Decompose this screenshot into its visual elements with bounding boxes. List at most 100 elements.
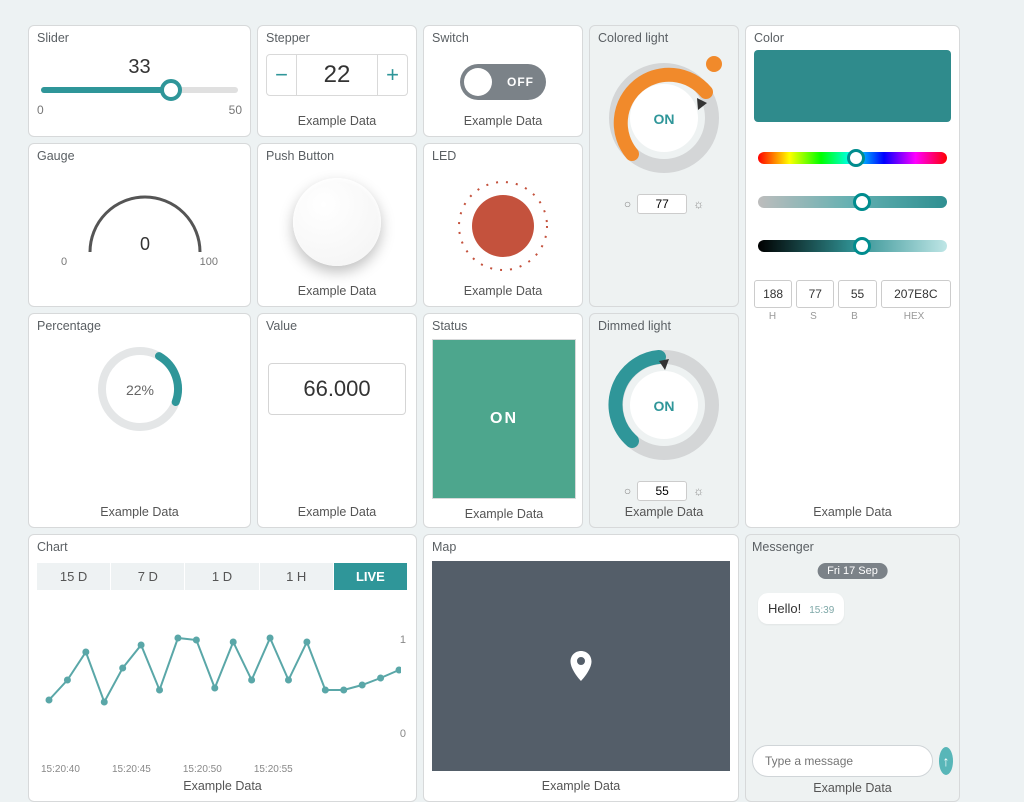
messenger-message-bubble: Hello! 15:39 [758,593,844,624]
dimmed-light-widget: Dimmed light ON ○ ☼ Example Data [589,313,739,529]
dimmed-light-dial[interactable]: ON [599,337,729,465]
status-title: Status [432,320,576,334]
map-title: Map [432,541,730,555]
messenger-widget: Messenger Fri 17 Sep Hello! 15:39 ↑ Exam… [745,534,960,802]
gauge-min: 0 [61,256,67,268]
chart-tab-1h[interactable]: 1 H [260,563,334,590]
colored-light-indicator [706,56,722,72]
hue-slider[interactable] [758,152,947,164]
map-pin-icon [569,651,593,681]
colored-light-input[interactable] [637,194,687,214]
slider-fill [41,87,171,93]
brightness-input[interactable] [838,280,876,308]
messenger-send-button[interactable]: ↑ [939,747,953,775]
brightness-slider[interactable] [758,240,947,252]
message-text: Hello! [768,601,801,616]
dimmed-light-status: ON [654,398,675,414]
chart-tab-15d[interactable]: 15 D [37,563,111,590]
stepper-title: Stepper [266,32,408,46]
chart-widget: Chart 15 D 7 D 1 D 1 H LIVE 1 0 15:20:40… [28,534,417,802]
stepper-widget: Stepper − 22 + Example Data [257,25,417,137]
status-caption: Example Data [432,503,576,521]
saturation-thumb[interactable] [853,193,871,211]
push-button-caption: Example Data [266,280,408,298]
slider-min: 0 [37,103,44,117]
percentage-widget: Percentage 22% Example Data [28,313,251,529]
gauge-widget: Gauge 0 0 100 [28,143,251,307]
led-caption: Example Data [432,280,574,298]
chart-tab-1d[interactable]: 1 D [185,563,259,590]
color-swatch [754,50,951,122]
switch-label: OFF [507,75,534,89]
brightness-label: B [836,311,873,322]
value-title: Value [266,320,408,334]
stepper-value: 22 [301,55,373,95]
status-label: ON [432,339,576,499]
stepper-caption: Example Data [266,110,408,128]
send-arrow-icon: ↑ [943,753,950,769]
off-icon: ○ [624,197,631,211]
led-widget: LED Example Data [423,143,583,307]
map-widget: Map Example Data [423,534,739,802]
colored-light-status: ON [654,111,675,127]
brightness-icon: ☼ [693,197,704,211]
chart-xtick: 15:20:50 [183,764,222,775]
slider-thumb[interactable] [160,79,182,101]
saturation-slider[interactable] [758,196,947,208]
slider-max: 50 [229,103,242,117]
messenger-input[interactable] [752,745,933,777]
dimmed-light-caption: Example Data [598,501,730,519]
push-button[interactable] [293,178,381,266]
messenger-caption: Example Data [752,777,953,795]
dimmed-light-input[interactable] [637,481,687,501]
saturation-label: S [795,311,832,322]
hex-input[interactable] [881,280,951,308]
switch-title: Switch [432,32,574,46]
map-caption: Example Data [432,775,730,793]
slider-track[interactable] [41,87,238,93]
value-display: 66.000 [268,363,406,415]
push-button-widget: Push Button Example Data [257,143,417,307]
color-title: Color [754,32,951,46]
stepper-increment-button[interactable]: + [377,55,407,95]
switch-widget: Switch OFF Example Data [423,25,583,137]
colored-light-title: Colored light [598,32,730,46]
message-time: 15:39 [809,605,834,616]
brightness-icon: ☼ [693,484,704,498]
map-canvas[interactable] [432,561,730,771]
chart-tab-7d[interactable]: 7 D [111,563,185,590]
color-widget: Color H S B HEX Example Data [745,25,960,528]
stepper-decrement-button[interactable]: − [267,55,297,95]
saturation-input[interactable] [796,280,834,308]
off-icon: ○ [624,484,631,498]
messenger-title: Messenger [752,541,953,555]
value-widget: Value 66.000 Example Data [257,313,417,529]
chart-xtick: 15:20:55 [254,764,293,775]
switch-knob [464,68,492,96]
slider-title: Slider [37,32,242,46]
chart-canvas: 1 0 [37,600,408,760]
hex-label: HEX [877,311,951,322]
colored-light-widget: Colored light ON ○ ☼ [589,25,739,307]
percentage-title: Percentage [37,320,242,334]
messenger-date-pill: Fri 17 Sep [817,563,888,579]
led-title: LED [432,150,574,164]
status-widget: Status ON Example Data [423,313,583,529]
color-caption: Example Data [754,501,951,519]
slider-value: 33 [37,56,242,79]
value-caption: Example Data [266,501,408,519]
chart-tab-live[interactable]: LIVE [334,563,408,590]
switch-toggle[interactable]: OFF [460,64,546,100]
gauge-value: 0 [139,234,149,254]
gauge-max: 100 [200,256,218,268]
brightness-thumb[interactable] [853,237,871,255]
chart-xtick: 15:20:45 [112,764,151,775]
chart-xtick: 15:20:40 [41,764,80,775]
percentage-ring: 22% [92,341,188,437]
hue-thumb[interactable] [847,149,865,167]
dimmed-light-title: Dimmed light [598,320,730,334]
percentage-caption: Example Data [37,501,242,519]
hue-input[interactable] [754,280,792,308]
percentage-value: 22% [125,382,153,398]
switch-caption: Example Data [432,110,574,128]
